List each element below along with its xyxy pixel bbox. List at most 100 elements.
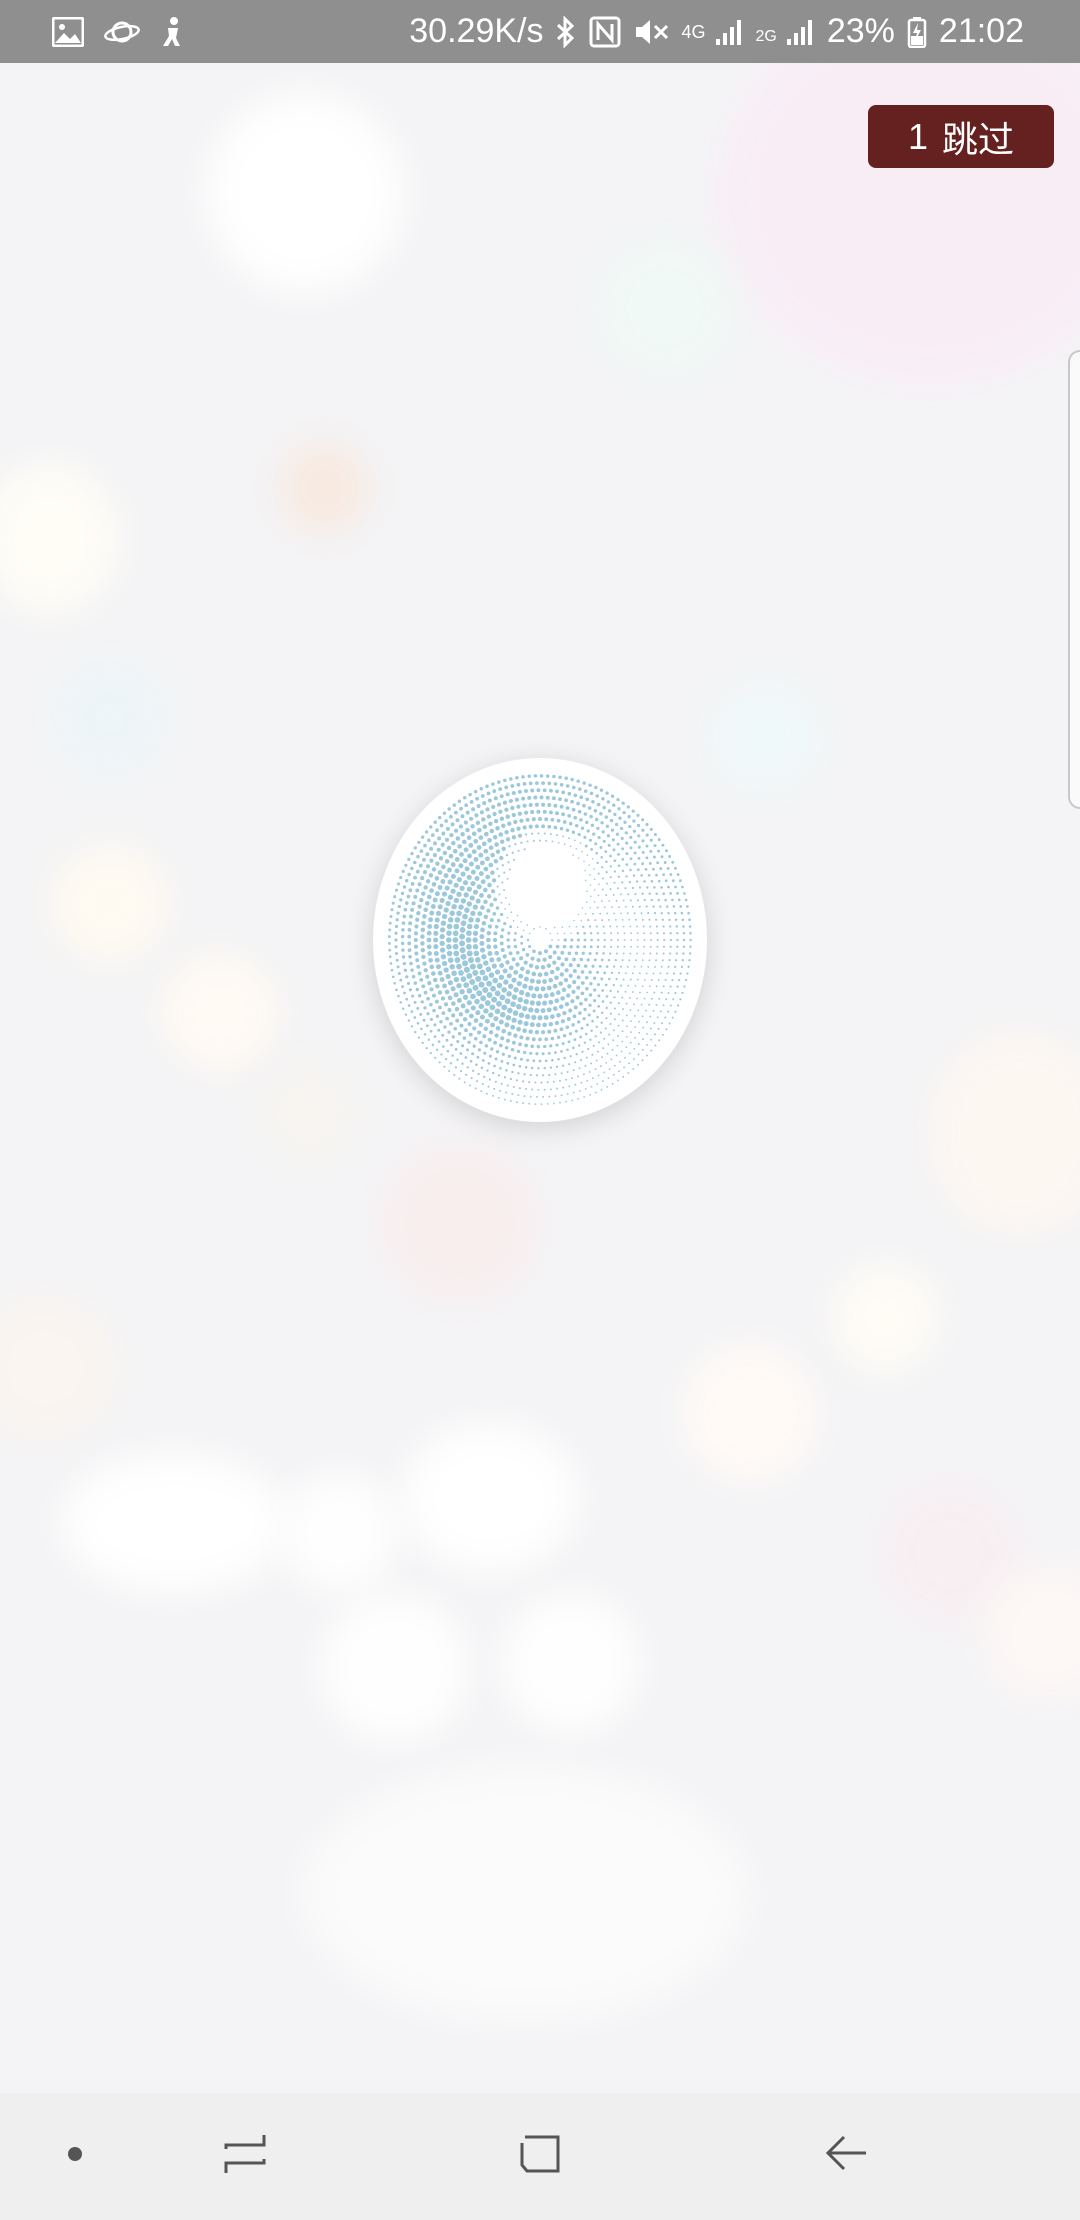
- logo-dot: [473, 838, 479, 844]
- logo-dot: [416, 964, 421, 969]
- logo-dot: [604, 1027, 607, 1030]
- home-button[interactable]: [490, 2093, 590, 2220]
- logo-dot: [466, 886, 473, 892]
- logo-dot: [511, 957, 516, 962]
- logo-dot: [534, 824, 539, 829]
- logo-dot: [433, 841, 437, 846]
- logo-dot: [480, 927, 485, 933]
- logo-dot: [415, 869, 420, 874]
- logo-dot: [478, 1003, 485, 1010]
- logo-dot: [636, 997, 638, 1000]
- logo-dot: [674, 885, 677, 889]
- back-button[interactable]: [797, 2093, 897, 2220]
- logo-dot: [443, 1025, 447, 1029]
- logo-dot: [577, 1020, 581, 1024]
- logo-dot: [433, 930, 439, 936]
- logo-dot: [444, 859, 450, 864]
- logo-dot: [410, 851, 414, 856]
- logo-dot: [429, 1002, 433, 1007]
- logo-dot: [669, 938, 672, 942]
- logo-dot: [615, 899, 618, 902]
- logo-dot: [617, 853, 620, 856]
- logo-dot: [470, 1005, 476, 1011]
- logo-dot: [594, 919, 597, 922]
- logo-dot: [517, 1072, 520, 1075]
- logo-dot: [570, 799, 574, 804]
- logo-dot: [502, 800, 507, 805]
- logo-dot: [655, 1003, 658, 1006]
- logo-dot: [641, 828, 645, 832]
- logo-dot: [506, 944, 511, 949]
- status-bar: 30.29K/s 4G 2G 23% 21:02: [0, 0, 1080, 63]
- logo-dot: [617, 1034, 620, 1037]
- logo-dot: [473, 950, 480, 957]
- logo-dot: [574, 1061, 577, 1064]
- logo-dot: [479, 934, 485, 940]
- logo-dot: [489, 1004, 496, 1011]
- logo-dot: [421, 891, 426, 896]
- logo-dot: [633, 840, 637, 844]
- logo-dot: [417, 971, 422, 976]
- logo-dot: [592, 912, 594, 915]
- logo-dot: [522, 983, 528, 989]
- logo-dot: [629, 952, 632, 955]
- logo-dot: [395, 988, 398, 992]
- logo-dot: [653, 886, 656, 889]
- logo-dot: [496, 982, 503, 989]
- logo-dot: [497, 780, 501, 784]
- logo-dot: [579, 818, 583, 822]
- logo-dot: [597, 836, 601, 840]
- logo-dot: [652, 905, 655, 908]
- logo-dot: [424, 830, 429, 834]
- logo-dot: [481, 1059, 485, 1062]
- logo-dot: [663, 861, 667, 864]
- logo-dot: [598, 1041, 601, 1044]
- logo-dot: [506, 1084, 509, 1087]
- logo-dot: [515, 776, 519, 780]
- logo-dot: [669, 945, 672, 948]
- logo-dot: [487, 798, 492, 803]
- logo-dot: [523, 1021, 529, 1027]
- logo-dot: [491, 996, 498, 1003]
- logo-dot: [446, 937, 452, 943]
- skip-button[interactable]: 1 跳过: [868, 105, 1054, 168]
- logo-dot: [583, 812, 588, 816]
- logo-dot: [601, 1000, 605, 1003]
- recent-apps-button[interactable]: [195, 2093, 295, 2220]
- logo-dot: [544, 1059, 548, 1063]
- logo-dot: [444, 819, 448, 823]
- logo-dot: [484, 1044, 489, 1048]
- logo-dot: [464, 1008, 470, 1014]
- logo-dot: [470, 1077, 473, 1080]
- logo-dot: [600, 1011, 604, 1014]
- logo-dot: [483, 914, 488, 920]
- logo-dot: [423, 1033, 427, 1036]
- logo-dot: [477, 1048, 481, 1052]
- logo-dot: [652, 972, 655, 975]
- logo-dot: [537, 832, 540, 835]
- logo-dot: [609, 818, 614, 823]
- edge-panel-handle[interactable]: [1068, 350, 1080, 809]
- logo-dot: [414, 951, 419, 956]
- logo-dot: [495, 849, 501, 854]
- logo-dot: [585, 879, 587, 882]
- logo-dot: [463, 966, 470, 973]
- logo-dot: [622, 952, 625, 955]
- dot-button[interactable]: [40, 2093, 110, 2220]
- logo-dot: [610, 794, 615, 798]
- logo-dot: [662, 925, 665, 928]
- logo-dot: [579, 1001, 583, 1006]
- logo-dot: [388, 921, 392, 925]
- logo-dot: [444, 989, 450, 995]
- logo-dot: [468, 917, 474, 923]
- logo-dot: [409, 914, 413, 919]
- logo-dot: [486, 937, 491, 943]
- logo-dot: [494, 950, 499, 956]
- logo-dot: [653, 1022, 656, 1024]
- logo-dot: [504, 785, 509, 790]
- logo-dot: [417, 994, 422, 998]
- logo-dot: [491, 878, 497, 883]
- logo-dot: [421, 920, 426, 926]
- logo-dot: [472, 1026, 477, 1031]
- logo-dot: [684, 978, 688, 982]
